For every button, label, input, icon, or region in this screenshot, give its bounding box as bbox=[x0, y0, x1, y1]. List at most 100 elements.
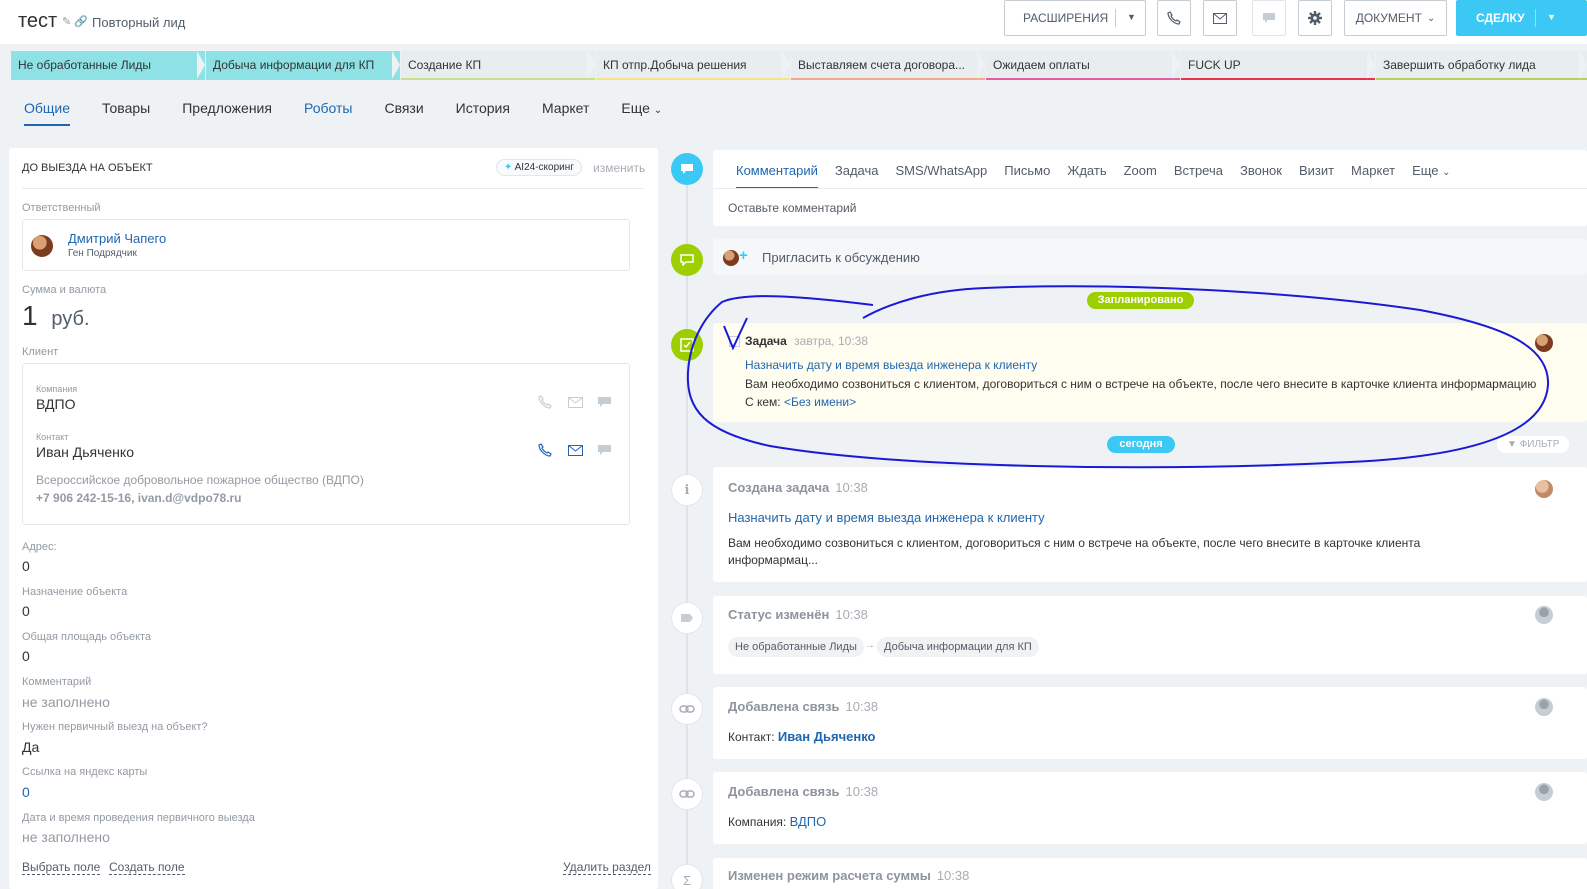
arrow-right-icon: → bbox=[865, 640, 875, 651]
invite-label: Пригласить к обсуждению bbox=[762, 250, 920, 265]
tab-products[interactable]: Товары bbox=[102, 100, 150, 126]
task-card: Задача завтра, 10:38 Назначить дату и вр… bbox=[713, 323, 1587, 422]
tag-icon bbox=[671, 602, 703, 634]
task-time: завтра, 10:38 bbox=[794, 334, 868, 348]
tab-sms[interactable]: SMS/WhatsApp bbox=[896, 163, 988, 188]
chevron-down-icon: ⌄ bbox=[653, 105, 663, 116]
tab-comment[interactable]: Комментарий bbox=[736, 163, 818, 188]
tab-market[interactable]: Маркет bbox=[1351, 163, 1395, 188]
settings-gear-icon[interactable] bbox=[1298, 0, 1332, 36]
tab-general[interactable]: Общие bbox=[24, 100, 71, 126]
tab-task[interactable]: Задача bbox=[835, 163, 879, 188]
phone-icon[interactable] bbox=[538, 443, 554, 457]
task-with-value[interactable]: <Без имени> bbox=[784, 395, 856, 409]
event-subject[interactable]: Назначить дату и время выезда инженера к… bbox=[728, 510, 1045, 525]
tab-zoom[interactable]: Zoom bbox=[1124, 163, 1157, 188]
invite-bar[interactable]: + Пригласить к обсуждению bbox=[713, 239, 1587, 275]
stage-item[interactable]: Создание КП bbox=[401, 51, 595, 80]
mail-icon[interactable] bbox=[568, 444, 584, 458]
avatar[interactable] bbox=[1535, 606, 1553, 624]
tab-call[interactable]: Звонок bbox=[1240, 163, 1282, 188]
ai-scoring-badge[interactable]: ✦ AI24-скоринг bbox=[496, 159, 582, 176]
ai-icon: ✦ bbox=[504, 162, 513, 173]
event-title: Создана задача 10:38 bbox=[728, 480, 868, 495]
mail-icon[interactable] bbox=[1203, 0, 1237, 36]
change-link[interactable]: изменить bbox=[593, 161, 645, 175]
stage-label: Выставляем счета договора... bbox=[798, 58, 966, 72]
avatar[interactable] bbox=[1535, 334, 1553, 352]
tab-more[interactable]: Еще ⌄ bbox=[1412, 163, 1450, 188]
mail-icon[interactable] bbox=[568, 396, 584, 410]
event-time: 10:38 bbox=[845, 784, 879, 799]
tab-email[interactable]: Письмо bbox=[1004, 163, 1050, 188]
chat-icon[interactable] bbox=[1252, 0, 1286, 36]
stage-item[interactable]: Завершить обработку лида bbox=[1376, 51, 1587, 80]
stage-item[interactable]: Не обработанные Лиды bbox=[11, 51, 205, 80]
status-from: Не обработанные Лиды bbox=[728, 637, 864, 657]
event-link: Контакт: Иван Дьяченко bbox=[728, 729, 876, 744]
link-added-event: Добавлена связь 10:38 Контакт: Иван Дьяче… bbox=[713, 687, 1587, 759]
edit-icon[interactable]: ✎ 🔗 bbox=[62, 15, 88, 28]
extensions-label: РАСШИРЕНИЯ bbox=[1023, 11, 1109, 25]
tab-robots[interactable]: Роботы bbox=[304, 100, 352, 126]
stage-item[interactable]: Ожидаем оплаты bbox=[986, 51, 1180, 80]
field-value: не заполнено bbox=[22, 829, 110, 845]
stage-item[interactable]: КП отпр.Добыча решения bbox=[596, 51, 790, 80]
sum-label: Сумма и валюта bbox=[22, 284, 107, 296]
comment-input[interactable]: Оставьте комментарий bbox=[728, 201, 856, 215]
divider bbox=[22, 188, 644, 189]
phone-icon[interactable] bbox=[538, 395, 554, 409]
tab-meeting[interactable]: Встреча bbox=[1174, 163, 1223, 188]
divider bbox=[1115, 9, 1116, 27]
avatar[interactable] bbox=[1535, 480, 1553, 498]
link-value[interactable]: ВДПО bbox=[790, 814, 827, 829]
task-checkbox[interactable] bbox=[729, 336, 740, 347]
lead-type: Повторный лид bbox=[92, 15, 186, 30]
stage-item[interactable]: Добыча информации для КП bbox=[206, 51, 400, 80]
tab-more[interactable]: Еще ⌄ bbox=[621, 100, 662, 126]
field-value[interactable]: 0 bbox=[22, 784, 30, 800]
tab-offers[interactable]: Предложения bbox=[182, 100, 272, 126]
field-value: 0 bbox=[22, 603, 30, 619]
link-value[interactable]: Иван Дьяченко bbox=[778, 729, 876, 744]
event-title-text: Изменен режим расчета суммы bbox=[728, 868, 931, 883]
chat-icon[interactable] bbox=[597, 444, 613, 458]
convert-to-deal-button[interactable]: СДЕЛКУ ▼ bbox=[1456, 0, 1587, 36]
contact-org: Всероссийское добровольное пожарное обще… bbox=[36, 473, 364, 487]
document-button[interactable]: ДОКУМЕНТ ⌄ bbox=[1344, 0, 1447, 36]
avatar[interactable] bbox=[31, 235, 53, 257]
section-tabs: Общие Товары Предложения Роботы Связи Ис… bbox=[24, 100, 694, 126]
chat-icon[interactable] bbox=[597, 396, 613, 410]
phone-icon[interactable] bbox=[1157, 0, 1191, 36]
responsible-name[interactable]: Дмитрий Чапего bbox=[68, 231, 166, 246]
field-label: Общая площадь объекта bbox=[22, 631, 152, 643]
create-field-link[interactable]: Создать поле bbox=[109, 860, 185, 875]
extensions-button[interactable]: РАСШИРЕНИЯ ▼ bbox=[1004, 0, 1146, 36]
deal-label: СДЕЛКУ bbox=[1476, 11, 1525, 25]
avatar[interactable] bbox=[1535, 783, 1553, 801]
plus-icon[interactable]: + bbox=[739, 247, 748, 264]
tab-history[interactable]: История bbox=[456, 100, 510, 126]
choose-field-link[interactable]: Выбрать поле bbox=[22, 860, 101, 875]
sum-mode-icon: Σ bbox=[671, 864, 703, 889]
filter-button[interactable]: ▼ ФИЛЬТР bbox=[1497, 436, 1570, 453]
company-name[interactable]: ВДПО bbox=[36, 396, 75, 412]
link-icon bbox=[671, 778, 703, 810]
sum-currency: руб. bbox=[51, 308, 90, 330]
company-label: Компания bbox=[36, 384, 78, 394]
discussion-icon bbox=[671, 244, 703, 276]
tab-links[interactable]: Связи bbox=[384, 100, 423, 126]
contact-name[interactable]: Иван Дьяченко bbox=[36, 444, 134, 460]
stage-item[interactable]: Выставляем счета договора... bbox=[791, 51, 985, 80]
delete-section-link[interactable]: Удалить раздел bbox=[563, 860, 651, 875]
task-subject[interactable]: Назначить дату и время выезда инженера к… bbox=[745, 358, 1037, 372]
stage-item[interactable]: FUCK UP bbox=[1181, 51, 1375, 80]
top-bar: тест ✎ 🔗 Повторный лид РАСШИРЕНИЯ ▼ ДОКУ… bbox=[0, 0, 1587, 44]
activity-editor: Комментарий Задача SMS/WhatsApp Письмо Ж… bbox=[713, 150, 1587, 226]
tab-visit[interactable]: Визит bbox=[1299, 163, 1334, 188]
tab-wait[interactable]: Ждать bbox=[1067, 163, 1106, 188]
chevron-down-icon[interactable]: ▼ bbox=[1547, 12, 1556, 22]
avatar[interactable] bbox=[1535, 698, 1553, 716]
chevron-down-icon[interactable]: ▼ bbox=[1127, 12, 1136, 22]
tab-market[interactable]: Маркет bbox=[542, 100, 589, 126]
